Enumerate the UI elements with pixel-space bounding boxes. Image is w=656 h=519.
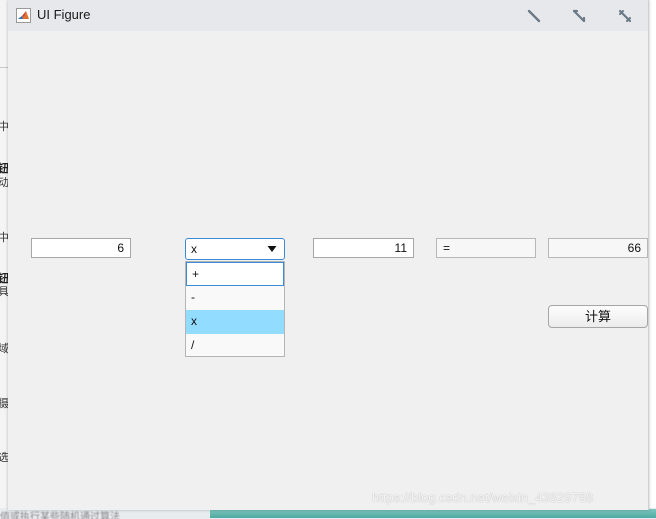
dropdown-option-minus[interactable]: - — [186, 286, 284, 310]
dock-button[interactable] — [569, 6, 589, 26]
result-field: 66 — [548, 238, 648, 258]
collapse-icon — [618, 9, 632, 23]
collapse-button[interactable] — [615, 6, 635, 26]
undock-icon — [527, 9, 541, 23]
background-progress — [210, 509, 656, 518]
matlab-icon — [16, 8, 31, 23]
window-title: UI Figure — [37, 7, 91, 22]
screen: 中 钮 动 中 钮 具 域 摄 选 值或执行某些随机通过算法 UI Figure — [0, 0, 656, 519]
dropdown-option-plus[interactable]: + — [186, 262, 284, 286]
operand1-field[interactable]: 6 — [31, 238, 131, 258]
operand2-field[interactable]: 11 — [313, 238, 414, 258]
dropdown-option-divide[interactable]: / — [186, 334, 284, 358]
dropdown-option-multiply[interactable]: x — [186, 310, 284, 334]
operator-dropdown-list: + - x / — [185, 261, 285, 357]
chevron-down-icon — [267, 246, 277, 252]
undock-button[interactable] — [524, 6, 544, 26]
equals-field: = — [436, 238, 536, 258]
calculate-button[interactable]: 计算 — [548, 305, 648, 328]
watermark: https://blog.csdn.net/weixin_43829768 — [372, 490, 594, 505]
operator-selected-value: x — [191, 242, 197, 256]
title-bar[interactable]: UI Figure — [8, 0, 648, 31]
dock-icon — [572, 9, 586, 23]
operator-dropdown[interactable]: x — [185, 238, 285, 260]
